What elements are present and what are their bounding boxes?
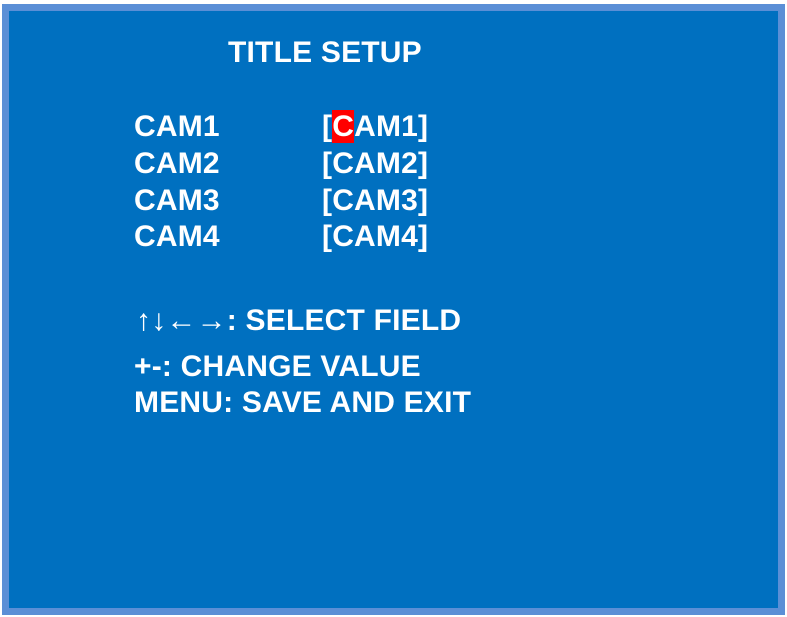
cam3-title-field[interactable]: [CAM3] — [322, 183, 428, 219]
cam1-title-open-bracket: [ — [322, 110, 333, 143]
cam1-label: CAM1 — [134, 110, 220, 143]
help-select-field: ↑↓←→: SELECT FIELD — [136, 304, 462, 337]
cam1-title-field[interactable]: [CAM1] — [322, 109, 428, 145]
cam2-label: CAM2 — [134, 147, 220, 180]
cam4-title-field[interactable]: [CAM4] — [322, 219, 428, 255]
cam4-label: CAM4 — [134, 220, 220, 253]
cam1-title-cursor[interactable]: C — [332, 110, 355, 143]
cam2-title-field[interactable]: [CAM2] — [322, 146, 428, 182]
help-save-exit: MENU: SAVE AND EXIT — [134, 386, 472, 419]
cam3-label: CAM3 — [134, 184, 220, 217]
cam1-title-rest: AM1] — [354, 110, 429, 143]
menu-title: TITLE SETUP — [228, 36, 422, 69]
help-change-value: +-: CHANGE VALUE — [134, 350, 421, 383]
osd-menu-panel: TITLE SETUP CAM1 [CAM1] CAM2 [CAM2] CAM3… — [2, 4, 785, 615]
